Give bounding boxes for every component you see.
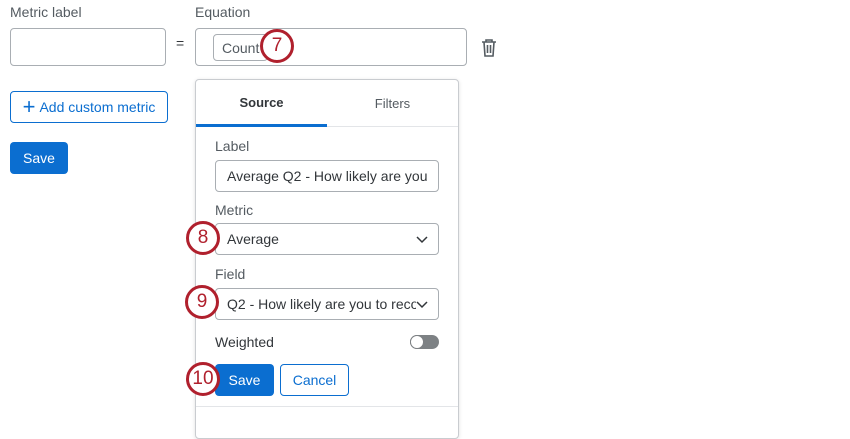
trash-icon[interactable]	[481, 38, 497, 61]
field-heading: Field	[215, 266, 246, 282]
callout-8: 8	[186, 221, 220, 255]
equals-sign: =	[176, 35, 185, 51]
divider	[196, 406, 458, 407]
metric-select-value: Average	[227, 231, 279, 247]
metric-heading: Metric	[215, 202, 254, 218]
chevron-down-icon	[416, 231, 428, 247]
popover-save-button[interactable]: Save	[215, 364, 274, 396]
metric-source-popover: Source Filters Label Metric Average Fiel…	[195, 79, 459, 439]
save-button[interactable]: Save	[10, 142, 68, 174]
field-select-value: Q2 - How likely are you to recom	[227, 296, 416, 312]
label-heading: Label	[215, 138, 250, 154]
field-select[interactable]: Q2 - How likely are you to recom	[215, 288, 439, 320]
add-custom-metric-button[interactable]: + Add custom metric	[10, 91, 168, 123]
metric-label-heading: Metric label	[10, 4, 82, 20]
callout-9: 9	[185, 285, 219, 319]
weighted-toggle[interactable]	[410, 335, 439, 349]
callout-7: 7	[260, 29, 294, 63]
metric-select[interactable]: Average	[215, 223, 439, 255]
plus-icon: +	[22, 94, 36, 119]
weighted-label: Weighted	[215, 334, 274, 350]
tab-source[interactable]: Source	[196, 80, 327, 127]
chevron-down-icon	[416, 296, 428, 312]
add-custom-metric-label: Add custom metric	[39, 99, 156, 115]
equation-input[interactable]: Count	[195, 28, 467, 66]
tab-filters[interactable]: Filters	[327, 80, 458, 127]
metric-label-input[interactable]	[10, 28, 166, 66]
callout-10: 10	[186, 362, 220, 396]
label-input[interactable]	[215, 160, 439, 192]
equation-heading: Equation	[195, 4, 251, 20]
popover-cancel-button[interactable]: Cancel	[280, 364, 349, 396]
